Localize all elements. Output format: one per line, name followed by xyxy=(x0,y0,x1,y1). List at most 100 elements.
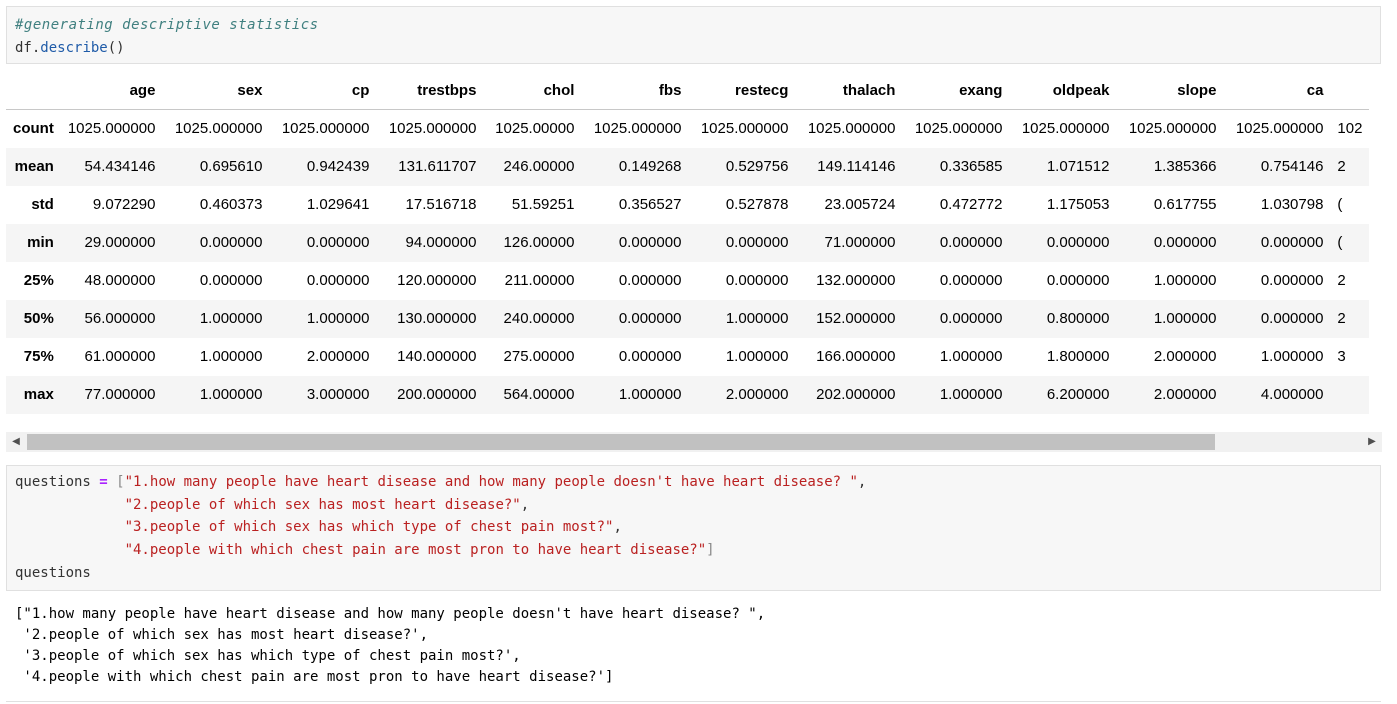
column-header: sex xyxy=(162,72,270,110)
table-cell: 1.000000 xyxy=(199,310,263,327)
table-cell: 1.000000 xyxy=(1153,272,1217,289)
table-cell: 1.071512 xyxy=(1046,158,1110,175)
table-cell: 0.000000 xyxy=(199,272,263,289)
table-cell: 17.516718 xyxy=(405,196,477,213)
table-cell: 0.695610 xyxy=(199,158,263,175)
table-cell: 1.000000 xyxy=(1153,310,1217,327)
scrollbar-thumb[interactable] xyxy=(27,434,1215,450)
row-label: 75% xyxy=(23,348,54,365)
table-cell: 0.000000 xyxy=(618,272,682,289)
table-cell: ( xyxy=(1337,234,1343,251)
table-row: min 29.000000 0.000000 0.000000 94.000000 126… xyxy=(6,223,1370,262)
string-item: "3.people of which sex has which type of… xyxy=(124,519,614,536)
table-cell: 1.000000 xyxy=(1260,348,1324,365)
table-cell: 149.114146 xyxy=(817,158,896,175)
table-cell: 152.000000 xyxy=(816,310,896,327)
row-label: mean xyxy=(14,158,54,175)
code-comment: #generating descriptive statistics xyxy=(15,17,319,33)
table-cell: 2 xyxy=(1337,158,1346,175)
table-cell: 2.000000 xyxy=(1153,348,1217,365)
table-cell: 1.000000 xyxy=(939,348,1003,365)
table-cell: 1025.00000 xyxy=(495,120,575,138)
table-cell: 2.000000 xyxy=(1153,386,1217,403)
horizontal-scrollbar[interactable]: ◀ ▶ xyxy=(6,432,1382,452)
table-cell: 1025.000000 xyxy=(1128,120,1217,138)
table-cell: 2.000000 xyxy=(306,348,370,365)
string-item: "2.people of which sex has most heart di… xyxy=(124,496,521,513)
table-row: 50% 56.000000 1.000000 1.000000 130.000000 24… xyxy=(6,299,1370,338)
table-cell: 0.000000 xyxy=(725,234,789,251)
string-item: "1.how many people have heart disease an… xyxy=(124,474,858,490)
table-cell: 0.000000 xyxy=(1046,234,1110,251)
string-item: "4.people with which chest pain are most… xyxy=(124,542,707,559)
table-cell: 6.200000 xyxy=(1046,386,1110,403)
table-cell: 0.460373 xyxy=(199,196,263,213)
table-corner xyxy=(6,72,61,110)
table-cell: 102 xyxy=(1337,120,1363,138)
table-cell: 56.000000 xyxy=(84,310,156,327)
table-cell: 1.000000 xyxy=(199,386,263,403)
code-cell-questions[interactable]: questions = ["1.how many people have hea… xyxy=(6,465,1381,591)
code-method: describe xyxy=(40,40,108,56)
table-cell: 0.617755 xyxy=(1153,196,1217,213)
code-cell-describe[interactable]: #generating descriptive statistics df.de… xyxy=(6,6,1381,64)
table-cell: 1025.000000 xyxy=(700,120,789,138)
table-cell: 0.000000 xyxy=(939,272,1003,289)
code-operator: = xyxy=(99,474,108,490)
scroll-left-icon[interactable]: ◀ xyxy=(6,432,26,452)
row-label: 50% xyxy=(23,310,54,327)
table-cell: 1.175053 xyxy=(1046,196,1110,213)
code-object: df. xyxy=(15,40,41,56)
table-row: max 77.000000 1.000000 3.000000 200.000000 56… xyxy=(6,375,1370,414)
table-cell: 0.754146 xyxy=(1260,158,1324,175)
table-cell: 0.472772 xyxy=(939,196,1003,213)
table-cell: 2 xyxy=(1337,310,1346,327)
table-cell: 0.000000 xyxy=(1260,310,1324,327)
table-cell: 140.000000 xyxy=(397,348,477,365)
table-cell: 0.529756 xyxy=(725,158,789,175)
table-cell: 1.800000 xyxy=(1046,348,1110,365)
table-cell: 130.000000 xyxy=(397,310,477,327)
table-cell: 1025.000000 xyxy=(67,120,156,138)
table-cell: 0.000000 xyxy=(306,272,370,289)
table-row: count 1025.000000 1025.000000 1025.000000 10… xyxy=(6,110,1369,148)
table-row: mean 54.434146 0.695610 0.942439 131.611707 2… xyxy=(6,147,1370,186)
table-cell: 0.000000 xyxy=(618,234,682,251)
table-cell: 1.000000 xyxy=(939,386,1003,403)
table-cell: 1025.000000 xyxy=(388,120,477,138)
column-header xyxy=(1330,72,1370,110)
table-cell: 94.000000 xyxy=(405,234,477,251)
cell-divider xyxy=(6,701,1381,702)
table-cell: 202.000000 xyxy=(816,386,896,403)
code-paren: () xyxy=(107,40,125,56)
table-cell: 0.000000 xyxy=(725,272,789,289)
questions-output: ["1.how many people have heart disease a… xyxy=(15,604,1375,688)
table-cell: 61.000000 xyxy=(84,348,156,365)
table-cell: 0.000000 xyxy=(1260,234,1324,251)
table-cell: 0.149268 xyxy=(618,158,682,175)
column-header: oldpeak xyxy=(1009,72,1117,110)
table-cell: 4.000000 xyxy=(1260,386,1324,403)
output-line: '2.people of which sex has most heart di… xyxy=(15,627,429,643)
table-cell: 29.000000 xyxy=(84,234,156,251)
table-cell: 0.000000 xyxy=(1046,272,1110,289)
table-cell: 564.00000 xyxy=(503,386,575,403)
table-cell: 1025.000000 xyxy=(807,120,896,138)
table-cell: 3 xyxy=(1337,348,1346,365)
table-cell: 23.005724 xyxy=(824,196,896,213)
scroll-right-icon[interactable]: ▶ xyxy=(1362,432,1382,452)
table-cell: 200.000000 xyxy=(397,386,477,403)
table-cell: 1.000000 xyxy=(306,310,370,327)
table-cell: 1025.000000 xyxy=(593,120,682,138)
table-cell: 240.00000 xyxy=(503,310,575,327)
table-cell: 275.00000 xyxy=(503,348,575,365)
row-label: 25% xyxy=(23,272,54,289)
table-cell: 0.000000 xyxy=(618,310,682,327)
table-cell: 0.336585 xyxy=(939,158,1003,175)
table-cell: 1025.000000 xyxy=(281,120,370,138)
table-cell: 1.000000 xyxy=(725,348,789,365)
table-cell: 0.942439 xyxy=(306,158,370,175)
table-cell: 1025.000000 xyxy=(1021,120,1110,138)
column-header: age xyxy=(60,72,163,110)
table-cell: 0.356527 xyxy=(618,196,682,213)
